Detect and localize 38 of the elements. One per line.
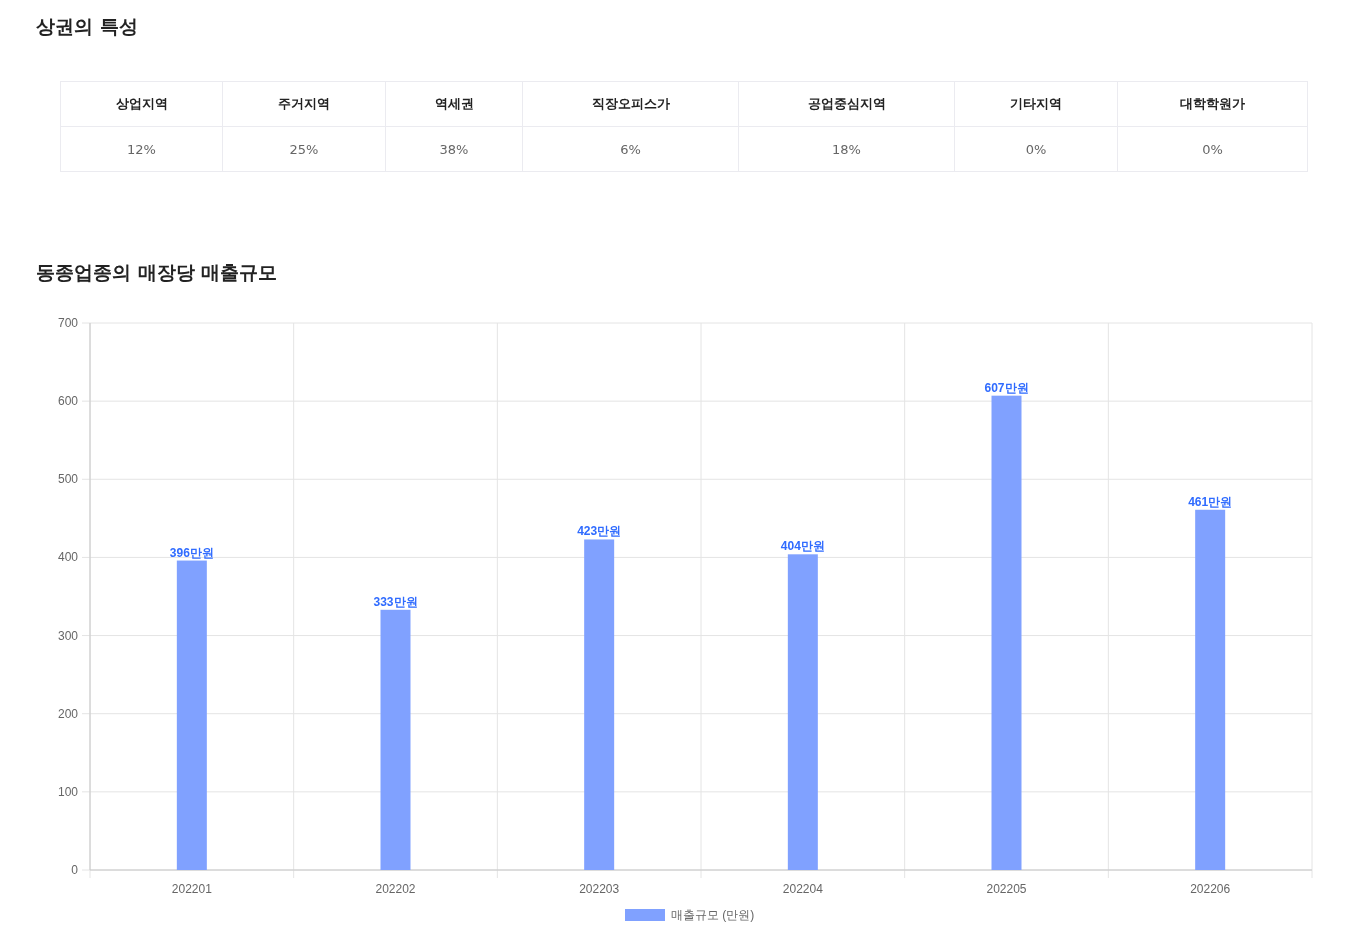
x-axis-label: 202201 [171,882,212,896]
x-axis-label: 202202 [375,882,416,896]
value-label: 404만원 [780,539,825,554]
y-axis-label: 700 [57,316,78,330]
column-header: 상업지역 [60,81,223,127]
table-cell: 12% [60,126,223,172]
y-axis-label: 400 [57,550,78,565]
table-cell: 0% [954,126,1118,172]
section-title: 상권의 특성 [36,14,139,38]
column-header: 역세권 [385,81,523,127]
column-header: 직장오피스가 [522,81,739,127]
y-axis-label: 600 [57,394,78,409]
table-cell: 18% [738,126,955,172]
column-header: 기타지역 [954,81,1118,127]
column-header: 공업중심지역 [738,81,955,127]
value-label: 396만원 [169,545,214,560]
column-header: 대학학원가 [1117,81,1308,127]
y-axis-label: 0 [71,863,78,877]
value-label: 423만원 [577,524,622,539]
value-label: 333만원 [373,594,418,609]
x-axis-label: 202206 [1190,882,1231,896]
column-header: 주거지역 [222,81,386,127]
table-cell: 6% [522,126,739,172]
x-axis-label: 202204 [782,882,823,896]
table-cell: 25% [222,126,386,172]
y-axis-label: 500 [57,472,78,487]
legend-label: 매출규모 (만원) [671,908,755,922]
y-axis-label: 200 [57,706,78,721]
legend-swatch [625,909,665,921]
value-label: 461만원 [1188,494,1233,509]
y-axis-label: 300 [57,628,78,643]
value-label: 607만원 [984,380,1029,395]
table-cell: 38% [385,126,523,172]
section-title: 동종업종의 매장당 매출규모 [36,260,279,284]
x-axis-label: 202203 [579,882,620,896]
y-axis-label: 100 [57,784,78,799]
table-cell: 0% [1117,126,1308,172]
x-axis-label: 202205 [986,882,1027,896]
